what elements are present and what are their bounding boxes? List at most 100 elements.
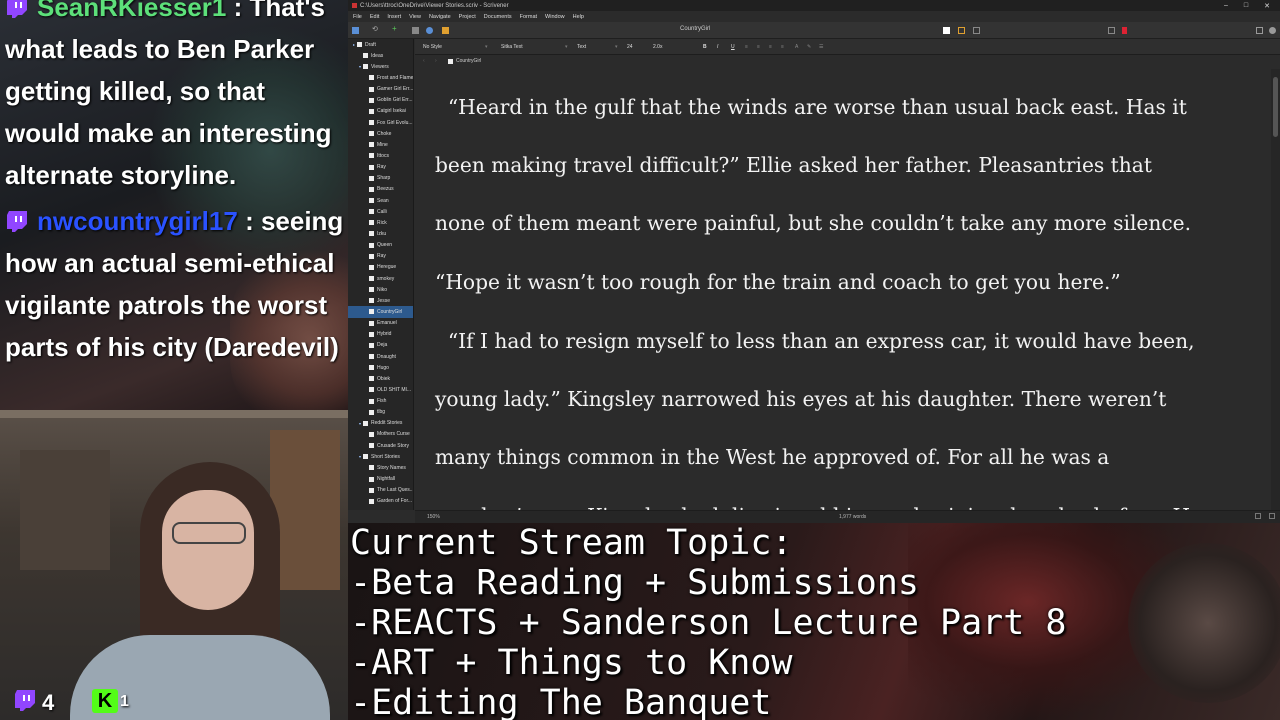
editor-scrollbar[interactable] — [1271, 69, 1280, 510]
menu-view[interactable]: View — [409, 14, 421, 20]
underline-button[interactable]: U — [731, 44, 735, 50]
align-center-icon[interactable]: ≡ — [757, 44, 760, 50]
split-icon[interactable] — [1269, 513, 1275, 519]
view-single-icon[interactable] — [943, 27, 950, 34]
forward-icon[interactable]: › — [435, 58, 437, 64]
style-dropdown-icon[interactable]: ▾ — [485, 44, 488, 50]
binder-item[interactable]: Garden of For... — [348, 496, 413, 507]
binder-item[interactable]: Deja — [348, 340, 413, 351]
binder-item[interactable]: Story Names — [348, 462, 413, 473]
binder-item[interactable]: Ray — [348, 162, 413, 173]
style-select[interactable]: No Style — [423, 44, 442, 50]
text-color-icon[interactable]: A — [795, 44, 798, 50]
binder-item[interactable]: tlbg — [348, 407, 413, 418]
chat-username[interactable]: SeanRKiesser1 — [37, 0, 226, 22]
binder-item[interactable]: Calli — [348, 206, 413, 217]
binder-item[interactable]: Obiek — [348, 373, 413, 384]
target-icon[interactable] — [1255, 513, 1261, 519]
align-right-icon[interactable]: ≡ — [769, 44, 772, 50]
binder-item[interactable]: Ray — [348, 251, 413, 262]
binder-item[interactable]: Jesse — [348, 295, 413, 306]
binder-item[interactable]: Hugo — [348, 362, 413, 373]
binder-item[interactable]: Hybrid — [348, 329, 413, 340]
binder-item[interactable]: ▾ Viewers — [348, 61, 413, 72]
font-dropdown-icon[interactable]: ▾ — [565, 44, 568, 50]
menu-project[interactable]: Project — [459, 14, 476, 20]
binder-item[interactable]: Ideas — [348, 50, 413, 61]
editor-line[interactable]: “Hope it wasn’t too rough for the train … — [435, 253, 1265, 312]
menu-file[interactable]: File — [353, 14, 362, 20]
close-button[interactable]: ✕ — [1264, 2, 1270, 10]
document-path[interactable]: CountryGirl — [456, 58, 481, 64]
binder-item[interactable]: OLD SHIT MI... — [348, 384, 413, 395]
editor-line[interactable]: been making travel difficult?” Ellie ask… — [435, 136, 1265, 195]
binder-item[interactable]: ▾ Short Stories — [348, 451, 413, 462]
align-left-icon[interactable]: ≡ — [745, 44, 748, 50]
binder-item[interactable]: Fox Girl Evolu... — [348, 117, 413, 128]
binder-item[interactable]: Ittocs — [348, 150, 413, 161]
list-icon[interactable]: ☰ — [819, 44, 823, 50]
editor-line[interactable]: young lady.” Kingsley narrowed his eyes … — [435, 370, 1265, 429]
binder-item[interactable]: Mothers Curse — [348, 429, 413, 440]
binder-item[interactable]: Beezus — [348, 184, 413, 195]
size-select[interactable]: 24 — [627, 44, 633, 50]
binder-item[interactable]: Heregue — [348, 262, 413, 273]
menu-edit[interactable]: Edit — [370, 14, 379, 20]
scrollbar-thumb[interactable] — [1273, 77, 1278, 137]
binder-item[interactable]: smokey — [348, 273, 413, 284]
editor-pane[interactable]: “Heard in the gulf that the winds are wo… — [415, 69, 1270, 510]
binder-item[interactable]: Rick — [348, 217, 413, 228]
view-corkboard-icon[interactable] — [958, 27, 965, 34]
font-select[interactable]: Sitka Text — [501, 44, 523, 50]
editor-line[interactable]: “If I had to resign myself to less than … — [435, 312, 1265, 371]
menu-format[interactable]: Format — [520, 14, 537, 20]
bookmark-icon[interactable] — [1122, 27, 1127, 34]
editor-line[interactable]: rancher’s son, Kingsley had dismissed hi… — [435, 487, 1265, 510]
maximize-button[interactable]: □ — [1244, 2, 1248, 10]
editor-line[interactable]: none of them meant were painful, but she… — [435, 194, 1265, 253]
link-icon[interactable] — [426, 27, 433, 34]
share-icon[interactable] — [1108, 27, 1115, 34]
binder-item[interactable]: Sean — [348, 195, 413, 206]
binder-item[interactable]: Crusade Story — [348, 440, 413, 451]
binder-item[interactable]: Nightfall — [348, 473, 413, 484]
menu-insert[interactable]: Insert — [387, 14, 401, 20]
editor-line[interactable]: “Heard in the gulf that the winds are wo… — [435, 78, 1265, 137]
trash-icon[interactable] — [412, 27, 419, 34]
face-dropdown-icon[interactable]: ▾ — [615, 44, 618, 50]
menu-navigate[interactable]: Navigate — [429, 14, 451, 20]
chat-username[interactable]: nwcountrygirl17 — [37, 206, 238, 236]
binder-item[interactable]: Choke — [348, 128, 413, 139]
face-select[interactable]: Text — [577, 44, 586, 50]
bold-button[interactable]: B — [703, 44, 707, 50]
highlight-icon[interactable]: ✎ — [807, 44, 811, 50]
inspector-icon[interactable] — [1256, 27, 1263, 34]
view-outline-icon[interactable] — [973, 27, 980, 34]
binder-item[interactable]: The Last Ques... — [348, 485, 413, 496]
history-icon[interactable]: ⟲ — [372, 25, 379, 33]
minimize-button[interactable]: – — [1224, 2, 1228, 10]
binder-item[interactable]: Izku — [348, 228, 413, 239]
binder-item[interactable]: Catgirl Isekai — [348, 106, 413, 117]
edit-icon[interactable] — [442, 27, 449, 34]
binder-toggle-icon[interactable] — [352, 27, 359, 34]
spacing-select[interactable]: 2.0x — [653, 44, 662, 50]
binder-item[interactable]: Dnaught — [348, 351, 413, 362]
menu-window[interactable]: Window — [545, 14, 565, 20]
binder-item[interactable]: Niko — [348, 284, 413, 295]
binder-item[interactable]: ▸ Draft — [348, 39, 413, 50]
add-icon[interactable]: + — [392, 24, 399, 33]
italic-button[interactable]: I — [717, 44, 718, 50]
align-justify-icon[interactable]: ≡ — [781, 44, 784, 50]
search-icon[interactable] — [1269, 27, 1276, 34]
binder-item[interactable]: Queen — [348, 240, 413, 251]
binder-item[interactable]: Gamer Girl Err... — [348, 84, 413, 95]
binder-item[interactable]: CountryGirl — [348, 306, 413, 318]
zoom-level[interactable]: 150% — [427, 514, 440, 520]
menu-help[interactable]: Help — [573, 14, 584, 20]
back-icon[interactable]: ‹ — [423, 58, 425, 64]
binder-item[interactable]: Mine — [348, 139, 413, 150]
binder-item[interactable]: ▾ Reddit Stories — [348, 418, 413, 429]
binder-item[interactable]: Fish — [348, 396, 413, 407]
binder-item[interactable]: Sharp — [348, 173, 413, 184]
